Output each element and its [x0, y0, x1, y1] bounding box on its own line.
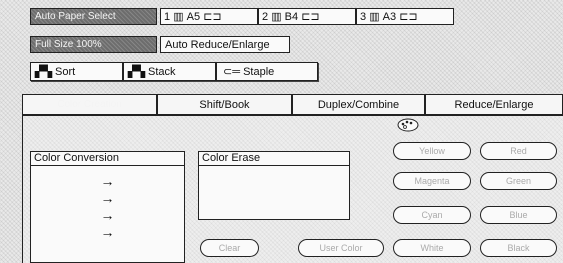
color-conversion-header: Color Conversion	[30, 151, 185, 166]
tab-shift-book[interactable]: Shift/Book	[157, 94, 292, 114]
user-color-button[interactable]: User Color	[298, 239, 384, 257]
tab-label: Reduce/Enlarge	[454, 98, 534, 111]
color-label: Yellow	[419, 146, 445, 156]
color-erase-box[interactable]	[198, 166, 350, 220]
color-label: Magenta	[414, 176, 450, 186]
sort-label: Sort	[54, 65, 76, 78]
conversion-row[interactable]: →	[31, 223, 184, 240]
color-yellow-button[interactable]: Yellow	[393, 142, 471, 160]
stack-label: Stack	[147, 65, 176, 78]
color-blue-button[interactable]: Blue	[480, 206, 557, 224]
color-white-button[interactable]: White	[393, 239, 471, 257]
tab-reduce-enlarge[interactable]: Reduce/Enlarge	[425, 94, 563, 114]
landscape-paper-icon: ⊏⊐	[203, 11, 222, 23]
tray-number: 2	[262, 10, 269, 23]
arrow-right-icon: →	[100, 206, 115, 223]
tray-2-button[interactable]: 2 ▥ B4 ⊏⊐	[258, 8, 356, 25]
landscape-paper-icon: ⊏⊐	[301, 11, 320, 23]
color-erase-header: Color Erase	[198, 151, 350, 166]
tab-label: Shift/Book	[199, 98, 250, 111]
color-label: Green	[505, 176, 531, 186]
palette-icon	[396, 117, 420, 133]
tray-3-button[interactable]: 3 ▥ A3 ⊏⊐	[356, 8, 454, 25]
tab-duplex-combine[interactable]: Duplex/Combine	[292, 94, 425, 114]
conversion-row[interactable]: →	[31, 206, 184, 223]
paper-tray-icon: ▥	[369, 11, 380, 23]
arrow-right-icon: →	[100, 223, 115, 240]
paper-size: B4	[284, 10, 299, 23]
color-conversion-list[interactable]: → → → →	[30, 166, 185, 263]
stack-icon: ▞▚	[128, 66, 145, 78]
color-label: Blue	[509, 210, 528, 220]
paper-tray-r-icon: ▥	[271, 11, 282, 23]
color-erase-title: Color Erase	[202, 152, 261, 164]
landscape-paper-icon: ⊏⊐	[399, 11, 418, 23]
stack-button[interactable]: ▞▚ Stack	[123, 62, 216, 81]
staple-button[interactable]: ⊂═ Staple	[216, 62, 318, 81]
tab-label: Duplex/Combine	[317, 98, 400, 111]
arrow-right-icon: →	[100, 172, 115, 189]
paper-size: A3	[382, 10, 397, 23]
auto-reduce-enlarge-button[interactable]: Auto Reduce/Enlarge	[160, 36, 290, 53]
tab-color-creation[interactable]: Color Creation	[22, 94, 157, 114]
tray-number: 3	[360, 10, 367, 23]
tab-label: Color Creation	[57, 99, 122, 110]
auto-paper-select-button[interactable]: Auto Paper Select	[30, 8, 157, 25]
sort-button[interactable]: ▞▚ Sort	[30, 62, 123, 81]
color-green-button[interactable]: Green	[480, 172, 557, 190]
conversion-row[interactable]: →	[31, 172, 184, 189]
arrow-right-icon: →	[100, 189, 115, 206]
full-size-button[interactable]: Full Size 100%	[30, 36, 157, 53]
color-label: Red	[510, 146, 527, 156]
full-size-label: Full Size 100%	[35, 39, 102, 50]
color-cyan-button[interactable]: Cyan	[393, 206, 471, 224]
color-label: Cyan	[421, 210, 443, 220]
clear-button[interactable]: Clear	[200, 239, 259, 257]
conversion-row[interactable]: →	[31, 189, 184, 206]
auto-paper-select-label: Auto Paper Select	[35, 11, 116, 22]
color-conversion-title: Color Conversion	[34, 152, 119, 164]
paper-size: A5	[186, 10, 201, 23]
paper-tray-icon: ▥	[173, 11, 184, 23]
tray-number: 1	[164, 10, 171, 23]
tray-1-button[interactable]: 1 ▥ A5 ⊏⊐	[160, 8, 258, 25]
color-black-button[interactable]: Black	[480, 239, 557, 257]
color-red-button[interactable]: Red	[480, 142, 557, 160]
sort-icon: ▞▚	[35, 66, 52, 78]
staple-icon: ⊂═	[223, 66, 241, 78]
user-color-label: User Color	[319, 243, 363, 253]
staple-label: Staple	[243, 65, 275, 78]
clear-label: Clear	[218, 243, 241, 253]
color-label: White	[420, 243, 444, 253]
color-magenta-button[interactable]: Magenta	[393, 172, 471, 190]
auto-reduce-enlarge-label: Auto Reduce/Enlarge	[165, 38, 270, 51]
color-label: Black	[507, 243, 530, 253]
